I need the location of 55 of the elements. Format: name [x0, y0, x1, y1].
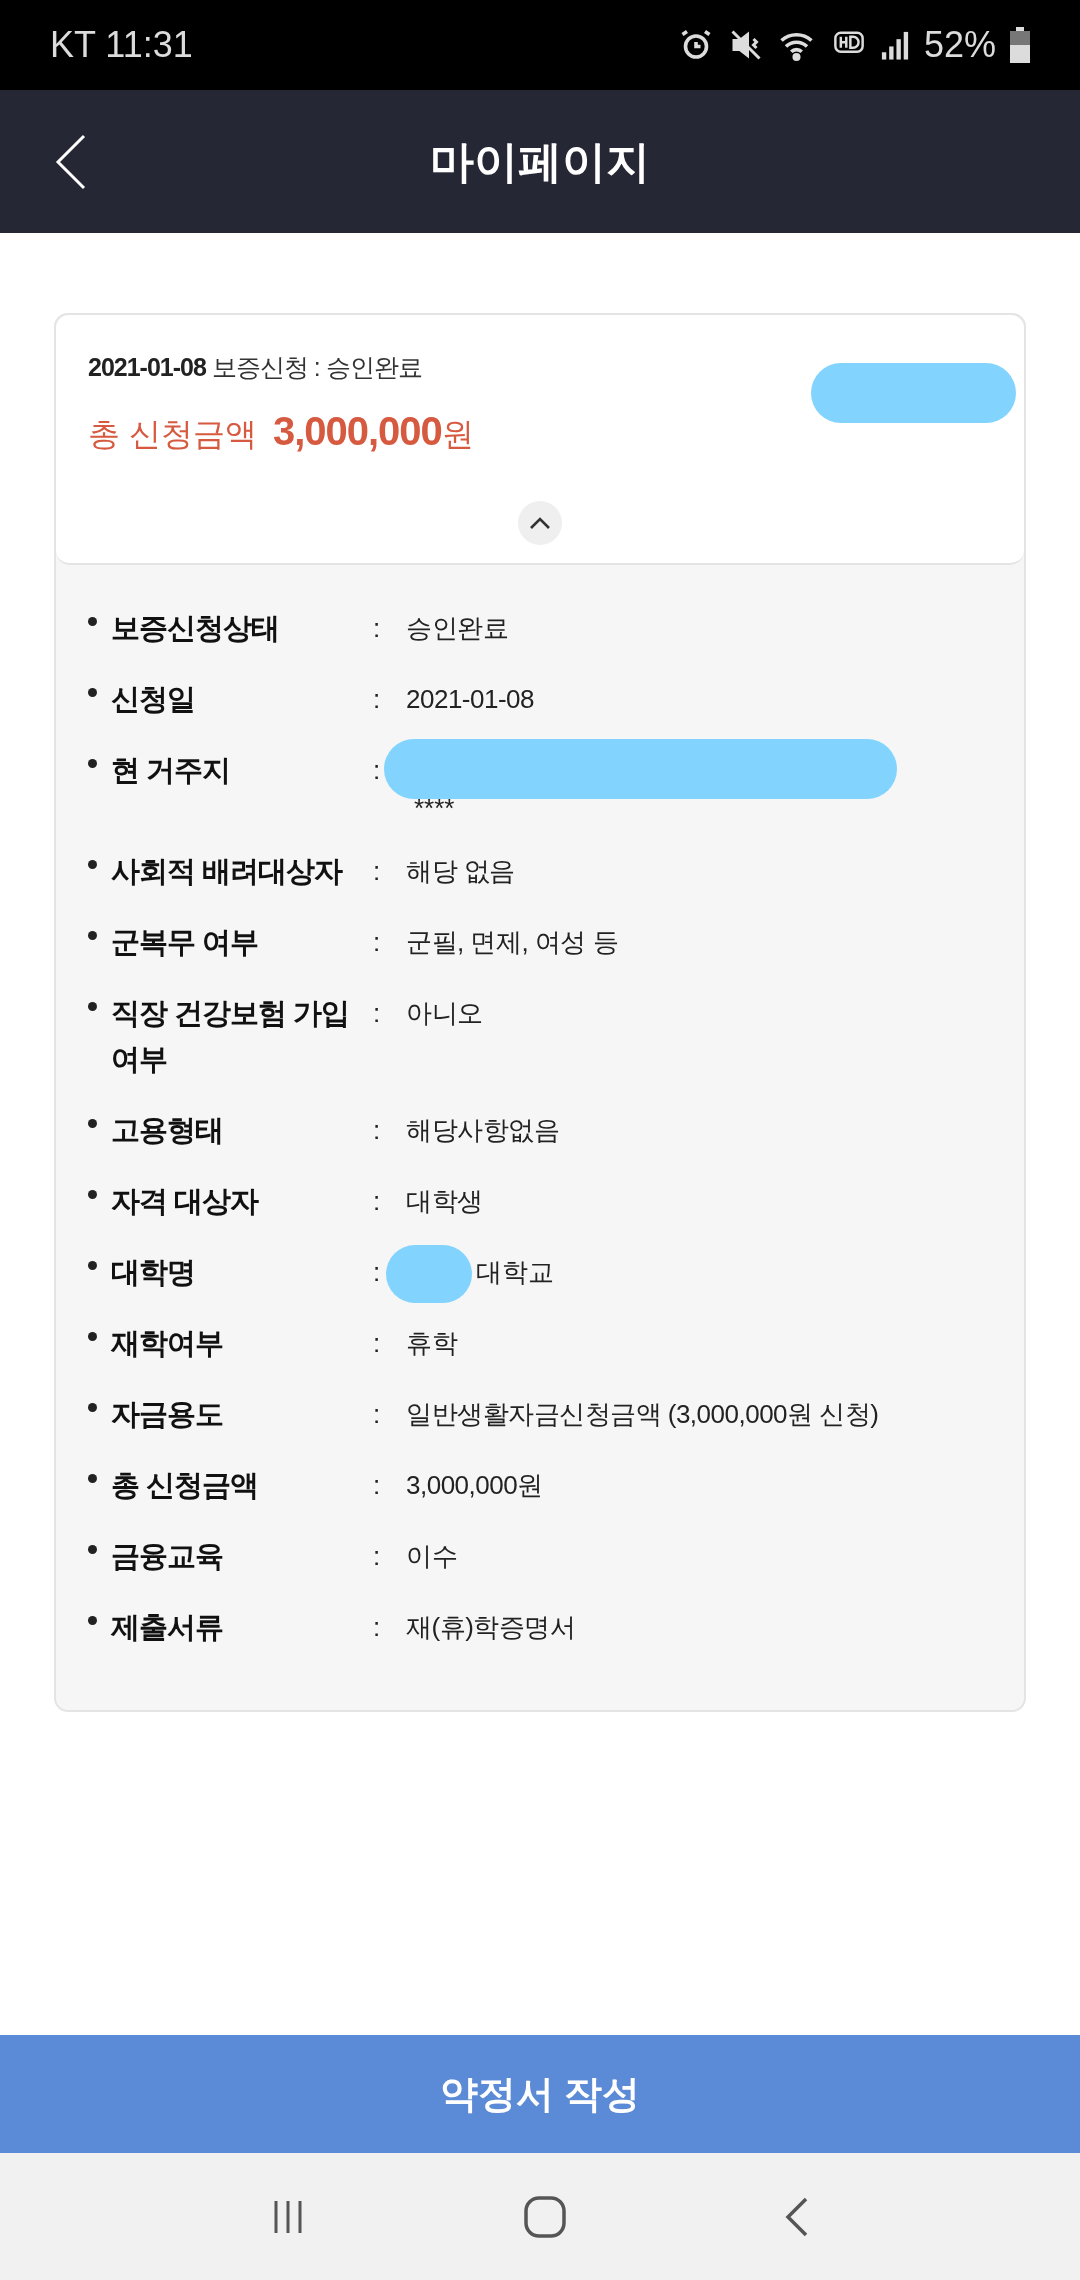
detail-label: 사회적 배려대상자 — [111, 853, 344, 889]
detail-value: 아니오 — [406, 996, 484, 1030]
detail-separator: : — [373, 682, 382, 716]
detail-value: 대학교 — [476, 1255, 554, 1289]
detail-label: 직장 건강보험 가입 여부 — [111, 995, 351, 1077]
page-title: 마이페이지 — [430, 135, 650, 188]
detail-label: 자금용도 — [111, 1396, 224, 1432]
status-text: KT 11:31 — [50, 23, 193, 67]
detail-value: 휴학 — [406, 1326, 459, 1360]
detail-value: **** — [414, 792, 455, 823]
amount-value: 3,000,000 — [272, 407, 442, 455]
detail-label: 제출서류 — [111, 1609, 224, 1645]
detail-separator: : — [373, 1326, 382, 1360]
detail-label: 보증신청상태 — [111, 610, 280, 646]
detail-value: 2021-01-08 — [406, 682, 535, 716]
detail-value: 해당사항없음 — [406, 1113, 560, 1147]
detail-value: 해당 없음 — [406, 854, 516, 888]
application-status: 2021-01-08 보증신청 : 승인완료 — [88, 352, 423, 383]
detail-separator: : — [373, 1610, 382, 1644]
detail-value: 이수 — [406, 1539, 458, 1573]
battery-icon — [1010, 27, 1030, 63]
battery-percent: 52% — [923, 23, 996, 67]
detail-label: 대학명 — [111, 1254, 196, 1290]
detail-separator: : — [373, 753, 382, 787]
detail-label: 신청일 — [111, 681, 196, 717]
detail-separator: : — [373, 1539, 382, 1573]
detail-separator: : — [373, 1113, 382, 1147]
detail-value: 대학생 — [406, 1184, 484, 1218]
detail-value: 군필, 면제, 여성 등 — [406, 925, 620, 959]
detail-label: 현 거주지 — [111, 752, 232, 788]
amount-label: 총 신청금액 — [88, 414, 257, 454]
detail-separator: : — [373, 1184, 382, 1218]
collapse-button[interactable] — [518, 500, 562, 545]
detail-label: 자격 대상자 — [111, 1183, 260, 1219]
detail-separator: : — [373, 611, 382, 645]
detail-value: 승인완료 — [406, 611, 509, 645]
detail-separator: : — [373, 1468, 382, 1502]
detail-value: 재(휴)학증명서 — [406, 1610, 577, 1644]
detail-label: 고용형태 — [111, 1112, 224, 1148]
detail-label: 총 신청금액 — [111, 1467, 260, 1503]
write-agreement-button[interactable]: 약정서 작성 — [0, 2035, 1080, 2153]
detail-label: 금융교육 — [111, 1538, 224, 1574]
detail-separator: : — [373, 854, 382, 888]
amount-currency: 원 — [441, 414, 474, 454]
detail-separator: : — [373, 1255, 382, 1289]
detail-value: 일반생활자금신청금액 (3,000,000원 신청) — [406, 1397, 880, 1431]
detail-separator: : — [373, 925, 382, 959]
detail-value: 3,000,000원 — [406, 1468, 544, 1502]
detail-label: 재학여부 — [111, 1325, 224, 1361]
detail-separator: : — [373, 996, 382, 1030]
home-icon[interactable] — [523, 2194, 567, 2239]
signal-icon — [879, 29, 910, 61]
detail-separator: : — [373, 1397, 382, 1431]
caret-icon — [529, 515, 551, 530]
detail-label: 군복무 여부 — [111, 924, 260, 960]
